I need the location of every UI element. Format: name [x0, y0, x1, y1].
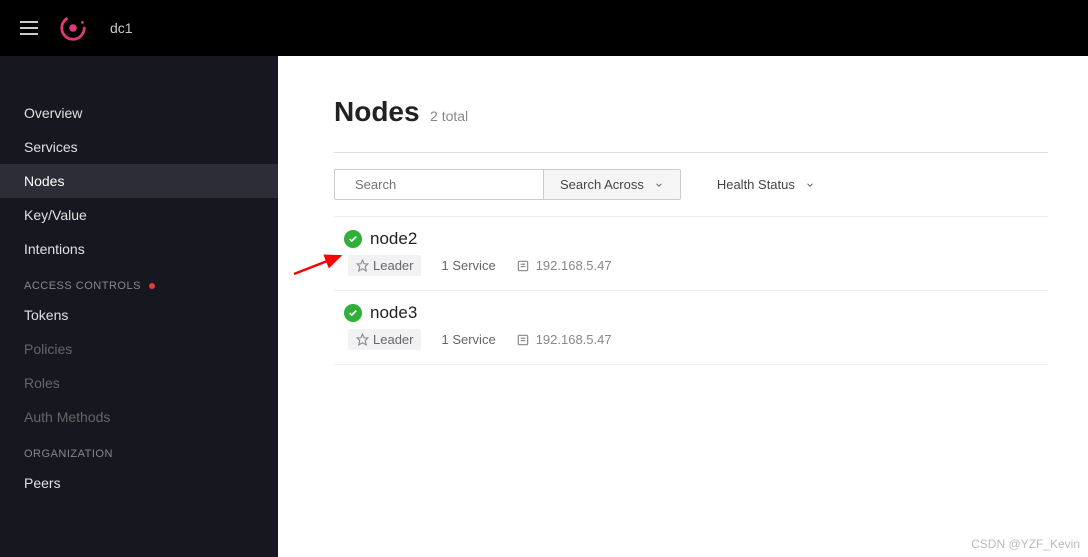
- sidebar-item-intentions[interactable]: Intentions: [0, 232, 278, 266]
- watermark: CSDN @YZF_Kevin: [971, 537, 1080, 551]
- node-row[interactable]: node2 Leader 1 Service 192.168.5.47: [334, 217, 1048, 291]
- menu-icon[interactable]: [14, 15, 44, 41]
- node-name: node3: [370, 303, 417, 323]
- star-icon: [356, 259, 369, 272]
- health-passing-icon: [344, 304, 362, 322]
- node-ip: 192.168.5.47: [516, 332, 612, 347]
- health-passing-icon: [344, 230, 362, 248]
- toolbar: Search Across Health Status: [334, 153, 1048, 217]
- search-input[interactable]: [355, 177, 531, 192]
- sidebar-section-organization: ORGANIZATION: [0, 434, 278, 466]
- chevron-down-icon: [805, 180, 815, 190]
- sidebar-item-roles[interactable]: Roles: [0, 366, 278, 400]
- star-icon: [356, 333, 369, 346]
- sidebar-item-tokens[interactable]: Tokens: [0, 298, 278, 332]
- sidebar-item-auth-methods[interactable]: Auth Methods: [0, 400, 278, 434]
- sidebar-section-access: ACCESS CONTROLS: [0, 266, 278, 298]
- sidebar-item-keyvalue[interactable]: Key/Value: [0, 198, 278, 232]
- sidebar: Overview Services Nodes Key/Value Intent…: [0, 56, 278, 557]
- sidebar-item-overview[interactable]: Overview: [0, 96, 278, 130]
- health-status-dropdown[interactable]: Health Status: [717, 177, 815, 192]
- network-icon: [516, 259, 530, 273]
- search-box[interactable]: [334, 169, 544, 200]
- node-services-count: 1 Service: [441, 258, 495, 273]
- consul-logo-icon: [58, 13, 88, 43]
- chevron-down-icon: [654, 180, 664, 190]
- node-row[interactable]: node3 Leader 1 Service 192.168.5.47: [334, 291, 1048, 365]
- leader-badge: Leader: [348, 255, 421, 276]
- datacenter-label[interactable]: dc1: [110, 20, 133, 36]
- page-subtitle: 2 total: [430, 108, 468, 124]
- sidebar-item-peers[interactable]: Peers: [0, 466, 278, 500]
- app-header: dc1: [0, 0, 1088, 56]
- leader-badge: Leader: [348, 329, 421, 350]
- node-name: node2: [370, 229, 417, 249]
- sidebar-item-nodes[interactable]: Nodes: [0, 164, 278, 198]
- network-icon: [516, 333, 530, 347]
- sidebar-item-policies[interactable]: Policies: [0, 332, 278, 366]
- page-title: Nodes: [334, 96, 420, 127]
- sidebar-item-services[interactable]: Services: [0, 130, 278, 164]
- main-content: Nodes 2 total Search Across Health Statu…: [278, 56, 1088, 557]
- node-ip: 192.168.5.47: [516, 258, 612, 273]
- search-across-dropdown[interactable]: Search Across: [544, 169, 681, 200]
- node-services-count: 1 Service: [441, 332, 495, 347]
- warning-dot-icon: [149, 283, 155, 289]
